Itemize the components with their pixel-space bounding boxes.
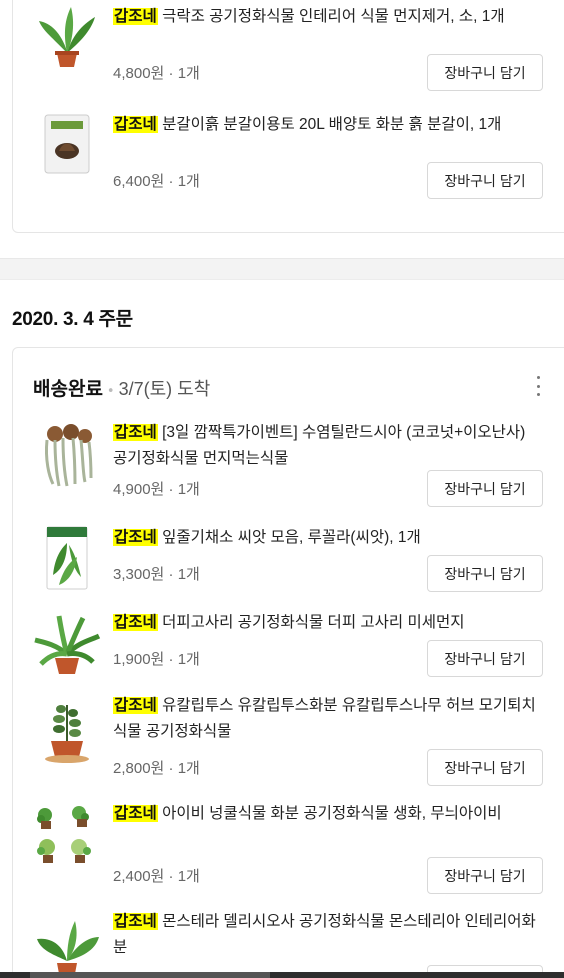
add-to-cart-button[interactable]: 장바구니 담기	[427, 555, 543, 592]
brand-badge: 갑조네	[113, 8, 158, 25]
order-date-heading: 2020. 3. 4 주문	[12, 309, 133, 330]
item-qty: 1개	[177, 868, 200, 885]
item-meta: 1,900원 · 1개	[113, 651, 200, 668]
add-to-cart-button[interactable]: 장바구니 담기	[427, 54, 543, 91]
tillandsia-icon[interactable]	[33, 420, 101, 488]
item-price: 4,800원	[113, 65, 165, 82]
brand-badge: 갑조네	[113, 913, 158, 930]
item-qty: 1개	[177, 651, 200, 668]
item-price: 4,900원	[113, 481, 165, 498]
arrival-date: 3/7(토) 도착	[118, 379, 211, 399]
item-title[interactable]: 갑조네 몬스테라 델리시오사 공기정화식물 몬스테리아 인테리어화분	[113, 909, 543, 961]
separator-dot: •	[106, 384, 115, 399]
item-price: 2,800원	[113, 760, 165, 777]
item-title-text: 더피고사리 공기정화식물 더피 고사리 미세먼지	[157, 614, 465, 631]
add-to-cart-button[interactable]: 장바구니 담기	[427, 162, 543, 199]
item-title[interactable]: 갑조네 아이비 넝쿨식물 화분 공기정화식물 생화, 무늬아이비	[113, 801, 543, 827]
item-qty: 1개	[177, 760, 200, 777]
item-meta: 4,900원 · 1개	[113, 481, 200, 498]
item-title-text: 잎줄기채소 씨앗 모음, 루꼴라(씨앗), 1개	[157, 529, 421, 546]
item-title-text: 아이비 넝쿨식물 화분 공기정화식물 생화, 무늬아이비	[157, 805, 502, 822]
item-title-text: 몬스테라 델리시오사 공기정화식물 몬스테리아 인테리어화분	[113, 913, 536, 956]
item-title-text: 극락조 공기정화식물 인테리어 식물 먼지제거, 소, 1개	[157, 8, 505, 25]
item-meta: 4,800원 · 1개	[113, 65, 200, 82]
section-divider	[0, 258, 564, 280]
item-price: 2,400원	[113, 868, 165, 885]
item-price: 6,400원	[113, 173, 165, 190]
horizontal-scrollbar[interactable]	[0, 972, 564, 978]
item-qty: 1개	[177, 481, 200, 498]
brand-badge: 갑조네	[113, 116, 158, 133]
item-title[interactable]: 갑조네 극락조 공기정화식물 인테리어 식물 먼지제거, 소, 1개	[113, 4, 543, 30]
eucalyptus-icon[interactable]	[33, 697, 101, 765]
brand-badge: 갑조네	[113, 697, 158, 714]
item-qty: 1개	[177, 566, 200, 583]
item-title[interactable]: 갑조네 유칼립투스 유칼립투스화분 유칼립투스나무 허브 모기퇴치식물 공기정화…	[113, 693, 543, 745]
order-card-previous: 갑조네 극락조 공기정화식물 인테리어 식물 먼지제거, 소, 1개 4,800…	[12, 0, 564, 233]
plant-bird-of-paradise-icon[interactable]	[33, 3, 101, 71]
item-title-text: [3일 깜짝특가이벤트] 수염틸란드시아 (코코넛+이오난사) 공기정화식물 먼…	[113, 424, 526, 467]
seed-packet-icon[interactable]	[33, 525, 101, 593]
item-price: 3,300원	[113, 566, 165, 583]
item-qty: 1개	[177, 173, 200, 190]
scrollbar-thumb[interactable]	[30, 972, 270, 978]
item-title[interactable]: 갑조네 [3일 깜짝특가이벤트] 수염틸란드시아 (코코넛+이오난사) 공기정화…	[113, 420, 543, 472]
brand-badge: 갑조네	[113, 614, 158, 631]
add-to-cart-button[interactable]: 장바구니 담기	[427, 857, 543, 894]
soil-bag-icon[interactable]	[33, 111, 101, 179]
more-options-icon[interactable]	[535, 376, 541, 396]
brand-badge: 갑조네	[113, 424, 158, 441]
item-title[interactable]: 갑조네 잎줄기채소 씨앗 모음, 루꼴라(씨앗), 1개	[113, 525, 543, 551]
delivery-status: 배송완료	[33, 379, 103, 400]
item-title-text: 분갈이흙 분갈이용토 20L 배양토 화분 흙 분갈이, 1개	[157, 116, 502, 133]
item-title[interactable]: 갑조네 더피고사리 공기정화식물 더피 고사리 미세먼지	[113, 610, 543, 636]
item-qty: 1개	[177, 65, 200, 82]
order-card: 배송완료 • 3/7(토) 도착 갑조네 [3일 깜짝특가이벤트] 수염틸란드시…	[12, 347, 564, 978]
brand-badge: 갑조네	[113, 805, 158, 822]
item-meta: 2,800원 · 1개	[113, 760, 200, 777]
ivy-pots-icon[interactable]	[33, 805, 101, 873]
item-title-text: 유칼립투스 유칼립투스화분 유칼립투스나무 허브 모기퇴치식물 공기정화식물	[113, 697, 536, 740]
item-meta: 2,400원 · 1개	[113, 868, 200, 885]
item-title[interactable]: 갑조네 분갈이흙 분갈이용토 20L 배양토 화분 흙 분갈이, 1개	[113, 112, 543, 138]
add-to-cart-button[interactable]: 장바구니 담기	[427, 640, 543, 677]
add-to-cart-button[interactable]: 장바구니 담기	[427, 749, 543, 786]
fern-icon[interactable]	[33, 610, 101, 678]
item-price: 1,900원	[113, 651, 165, 668]
add-to-cart-button[interactable]: 장바구니 담기	[427, 470, 543, 507]
monstera-icon[interactable]	[33, 915, 101, 978]
item-meta: 3,300원 · 1개	[113, 566, 200, 583]
delivery-status-row: 배송완료 • 3/7(토) 도착	[33, 374, 210, 401]
item-meta: 6,400원 · 1개	[113, 173, 200, 190]
brand-badge: 갑조네	[113, 529, 158, 546]
